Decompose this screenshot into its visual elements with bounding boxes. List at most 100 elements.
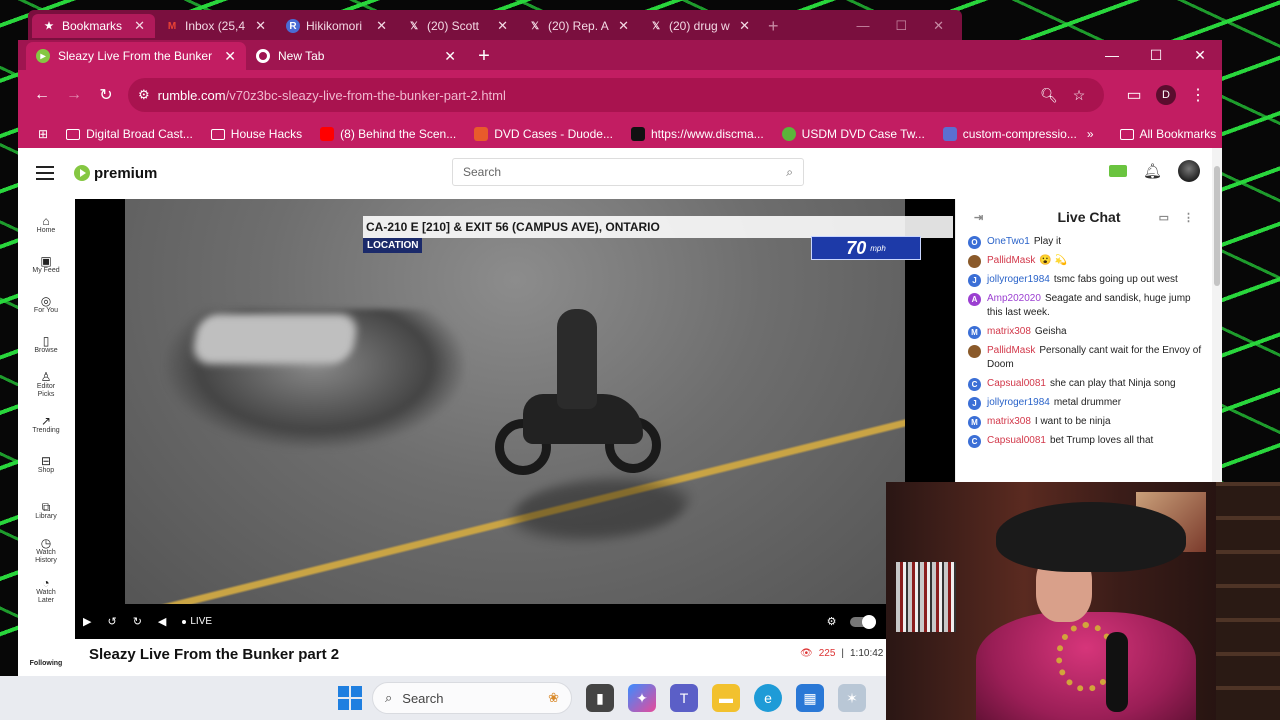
forward-arrow-icon[interactable]: →	[58, 79, 90, 111]
new-tab-button[interactable]: +	[768, 16, 779, 37]
chat-avatar[interactable]: A	[968, 293, 981, 306]
task-view-icon[interactable]: ▮	[586, 684, 614, 712]
back-tab-x-3[interactable]: 𝕏 (20) drug w ✕	[639, 14, 760, 38]
chat-username[interactable]: OneTwo1	[987, 236, 1030, 247]
app-icon[interactable]: ✶	[838, 684, 866, 712]
teams-icon[interactable]: T	[670, 684, 698, 712]
chat-avatar[interactable]: M	[968, 416, 981, 429]
chat-mode-icon[interactable]: ▭	[1159, 211, 1169, 224]
tab-new-tab[interactable]: New Tab ✕	[246, 42, 466, 70]
edge-icon[interactable]: e	[754, 684, 782, 712]
chat-menu-icon[interactable]: ⋮	[1183, 211, 1194, 224]
chat-username[interactable]: Capsual0081	[987, 378, 1046, 389]
sidebar-item-my-feed[interactable]: ▣ My Feed	[18, 246, 74, 286]
copilot-icon[interactable]: ✦	[628, 684, 656, 712]
maximize-icon[interactable]: ☐	[1134, 40, 1178, 70]
bookmark-discma[interactable]: https://www.discma...	[623, 122, 772, 146]
close-icon[interactable]: ✕	[933, 18, 944, 34]
chat-avatar[interactable]: C	[968, 378, 981, 391]
minimize-icon[interactable]: —	[1090, 40, 1134, 70]
address-bar[interactable]: ⚙ rumble.com/v70z3bc-sleazy-live-from-th…	[128, 78, 1104, 112]
chat-avatar[interactable]: C	[968, 435, 981, 448]
settings-gear-icon[interactable]: ⚙	[827, 615, 837, 628]
close-icon[interactable]: ✕	[618, 18, 629, 34]
back-tab-x-1[interactable]: 𝕏 (20) Scott ✕	[397, 14, 518, 38]
sidebar-item-home[interactable]: ⌂ Home	[18, 206, 74, 246]
close-icon[interactable]: ✕	[497, 18, 508, 34]
tab-rumble[interactable]: ▸ Sleazy Live From the Bunker pa ✕	[26, 42, 246, 70]
collapse-chat-icon[interactable]: ⇥	[974, 211, 983, 224]
close-icon[interactable]: ✕	[224, 48, 236, 65]
search-icon[interactable]: ⌕	[786, 165, 793, 180]
maximize-icon[interactable]: ☐	[895, 18, 907, 34]
sidebar-item-shop[interactable]: ⊟ Shop	[18, 446, 74, 486]
bookmark-dvd-cases[interactable]: DVD Cases - Duode...	[466, 122, 621, 146]
video-player[interactable]: CA-210 E [210] & EXIT 56 (CAMPUS AVE), O…	[75, 199, 955, 639]
chat-username[interactable]: Capsual0081	[987, 435, 1046, 446]
rewind-icon[interactable]: ↺	[107, 615, 116, 628]
hamburger-menu-icon[interactable]	[36, 166, 54, 180]
chat-username[interactable]: Amp202020	[987, 293, 1041, 304]
site-search-input[interactable]: Search ⌕	[452, 158, 804, 186]
volume-icon[interactable]: ◀	[158, 615, 166, 628]
close-icon[interactable]: ✕	[444, 48, 456, 65]
sidebar-item-library[interactable]: ⧉ Library	[18, 492, 74, 532]
chat-avatar[interactable]: O	[968, 236, 981, 249]
avatar[interactable]	[1178, 160, 1200, 182]
chat-avatar[interactable]	[968, 255, 981, 268]
bookmark-usdm[interactable]: USDM DVD Case Tw...	[774, 122, 933, 146]
go-live-camera-icon[interactable]	[1108, 165, 1127, 177]
file-explorer-icon[interactable]: ▬	[712, 684, 740, 712]
sidebar-item-trending[interactable]: ↗ Trending	[18, 406, 74, 446]
chat-avatar[interactable]: M	[968, 326, 981, 339]
sidebar-item-browse[interactable]: ▯ Browse	[18, 326, 74, 366]
close-icon[interactable]: ✕	[255, 18, 266, 34]
url-text[interactable]: rumble.com/v70z3bc-sleazy-live-from-the-…	[158, 88, 1034, 103]
bookmark-custom-compression[interactable]: custom-compressio...	[935, 122, 1085, 146]
chat-avatar[interactable]: J	[968, 274, 981, 287]
sidebar-item-watch-history[interactable]: ◷ Watch History	[18, 532, 74, 572]
sidebar-item-watch-later[interactable]: ◔ Watch Later	[18, 572, 74, 612]
bookmark-star-icon[interactable]: ☆	[1064, 87, 1094, 104]
all-bookmarks[interactable]: All Bookmarks	[1112, 122, 1225, 146]
minimize-icon[interactable]: —	[856, 18, 869, 34]
sidebar-item-for-you[interactable]: ◎ For You	[18, 286, 74, 326]
back-tab-gmail[interactable]: M Inbox (25,4 ✕	[155, 14, 276, 38]
back-arrow-icon[interactable]: ←	[26, 79, 58, 111]
bookmark-digital-broadcast[interactable]: Digital Broad Cast...	[58, 122, 201, 146]
autoplay-toggle[interactable]	[850, 614, 877, 629]
menu-icon[interactable]: ⋮	[1182, 79, 1214, 111]
close-icon[interactable]: ✕	[739, 18, 750, 34]
play-icon[interactable]: ▶	[83, 615, 91, 628]
chat-username[interactable]: jollyroger1984	[987, 397, 1050, 408]
chat-username[interactable]: jollyroger1984	[987, 274, 1050, 285]
zoom-icon[interactable]: 🔍︎	[1034, 87, 1064, 104]
chat-avatar[interactable]	[968, 345, 981, 358]
close-icon[interactable]: ✕	[1178, 40, 1222, 70]
sidebar-item-editor-picks[interactable]: ♙ Editor Picks	[18, 366, 74, 406]
chevron-right-icon[interactable]: »	[1087, 127, 1094, 141]
close-icon[interactable]: ✕	[376, 18, 387, 34]
windows-start-icon[interactable]	[338, 686, 362, 710]
back-tab-bookmarks[interactable]: ★ Bookmarks ✕	[32, 14, 155, 38]
cast-icon[interactable]: ▭	[1118, 79, 1150, 111]
close-icon[interactable]: ✕	[134, 18, 145, 34]
store-icon[interactable]: ▦	[796, 684, 824, 712]
profile-button[interactable]: D	[1150, 79, 1182, 111]
rumble-logo[interactable]: premium	[74, 165, 157, 182]
site-info-icon[interactable]: ⚙	[138, 87, 150, 103]
chat-username[interactable]: PallidMask	[987, 255, 1035, 266]
back-tab-hikikomori[interactable]: R Hikikomori ✕	[276, 14, 397, 38]
forward-icon[interactable]: ↻	[133, 615, 142, 628]
taskbar-search[interactable]: ⌕ Search ❀	[372, 682, 572, 714]
bookmark-behind-the-scenes[interactable]: (8) Behind the Scen...	[312, 122, 464, 146]
chat-avatar[interactable]: J	[968, 397, 981, 410]
apps-grid-icon[interactable]: ⊞	[30, 122, 56, 146]
chat-username[interactable]: PallidMask	[987, 345, 1035, 356]
bookmark-house-hacks[interactable]: House Hacks	[203, 122, 310, 146]
back-tab-x-2[interactable]: 𝕏 (20) Rep. A ✕	[518, 14, 639, 38]
new-tab-button[interactable]: +	[470, 42, 498, 70]
notification-bell-icon[interactable]: 🔔︎	[1143, 162, 1162, 180]
chat-username[interactable]: matrix308	[987, 416, 1031, 427]
reload-icon[interactable]: ↻	[90, 79, 122, 111]
